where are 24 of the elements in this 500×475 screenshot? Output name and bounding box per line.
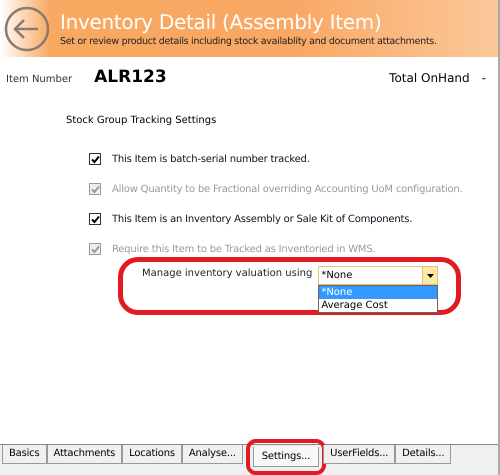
checkbox[interactable] — [89, 213, 101, 225]
option-label: Require this Item to be Tracked as Inventoried in WMS. — [112, 244, 376, 254]
valuation-label: Manage inventory valuation using — [142, 268, 312, 279]
checkbox[interactable] — [89, 153, 101, 165]
total-onhand-value: - — [482, 71, 486, 85]
tab[interactable]: Attachments — [46, 445, 122, 464]
page-title: Inventory Detail (Assembly Item) — [60, 10, 382, 34]
page-subtitle: Set or review product details including stock availablity and document attachments. — [60, 36, 437, 47]
total-onhand-label: Total OnHand — [389, 71, 470, 85]
section-title: Stock Group Tracking Settings — [66, 115, 218, 126]
option-label: This Item is batch-serial number tracked. — [112, 154, 310, 164]
valuation-dropdown[interactable]: *None — [318, 266, 438, 285]
tab[interactable]: Details... — [395, 445, 452, 464]
item-number-value: ALR123 — [94, 67, 167, 87]
dropdown-caret-icon — [426, 274, 434, 278]
tab[interactable]: Settings... — [252, 447, 320, 467]
tab[interactable]: UserFields... — [323, 445, 396, 464]
option-label: This Item is an Inventory Assembly or Sale Kit of Components. — [112, 214, 412, 224]
item-number-label: Item Number — [6, 74, 72, 85]
tab[interactable]: Locations — [122, 445, 182, 464]
dropdown-option[interactable]: Average Cost — [319, 299, 438, 312]
tab[interactable]: Basics — [2, 445, 46, 464]
option-label: Allow Quantity to be Fractional overriding Accounting UoM configuration. — [112, 184, 463, 194]
tab[interactable]: Analyse... — [182, 445, 243, 464]
